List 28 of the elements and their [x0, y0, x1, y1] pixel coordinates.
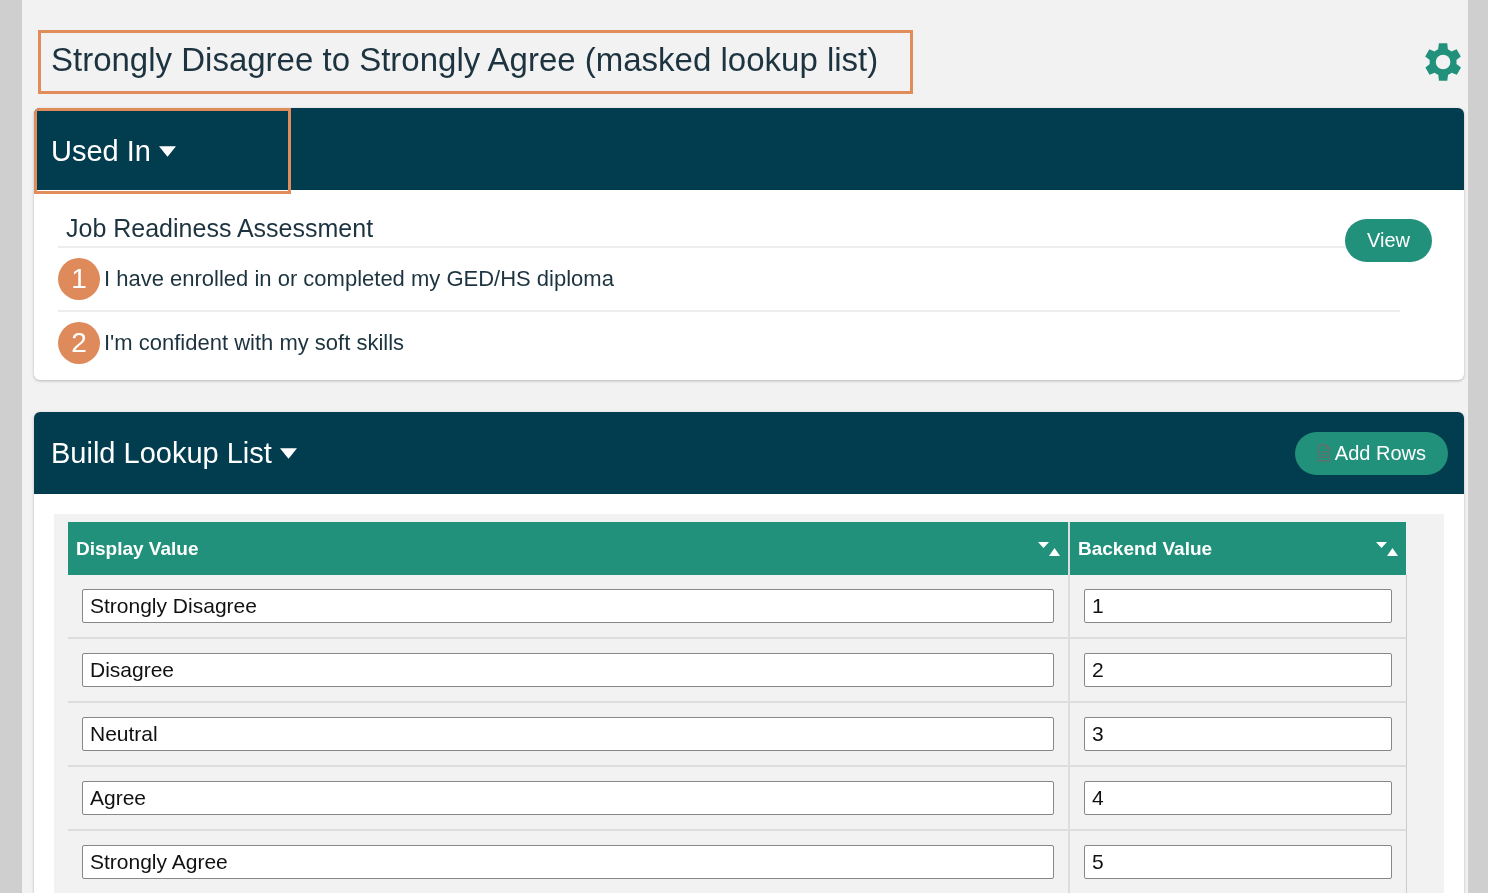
backend-value-field[interactable]: 3	[1084, 717, 1392, 751]
sort-icon	[1376, 541, 1398, 556]
display-value-field[interactable]: Disagree	[82, 653, 1054, 687]
column-header[interactable]: Display Value	[68, 522, 1070, 575]
display-value-field[interactable]: Agree	[82, 781, 1054, 815]
view-button[interactable]: View	[1345, 218, 1432, 262]
backend-value-field[interactable]: 5	[1084, 845, 1392, 879]
number-badge: 2	[58, 322, 100, 364]
page-title: Strongly Disagree to Strongly Agree (masked lookup list)	[38, 30, 914, 94]
display-value-field[interactable]: Strongly Disagree	[82, 589, 1054, 623]
display-value-field[interactable]: Strongly Agree	[82, 845, 1054, 879]
build-list-toggle[interactable]: Build Lookup List	[34, 423, 310, 483]
used-in-toggle[interactable]: Used In	[34, 108, 291, 194]
form-name: Job Readiness Assessment	[66, 213, 374, 243]
add-rows-button[interactable]: Add Rows	[1294, 431, 1448, 475]
question-text: I have enrolled in or completed my GED/HS diploma	[104, 266, 614, 292]
caret-icon	[158, 145, 176, 157]
column-header[interactable]: Backend Value	[1070, 522, 1406, 575]
document-icon	[1316, 444, 1331, 462]
backend-value-field[interactable]: 1	[1084, 589, 1392, 623]
sort-icon	[1038, 541, 1060, 556]
backend-value-field[interactable]: 2	[1084, 653, 1392, 687]
question-text: I'm confident with my soft skills	[104, 330, 405, 356]
caret-icon	[279, 447, 297, 459]
backend-value-field[interactable]: 4	[1084, 781, 1392, 815]
display-value-field[interactable]: Neutral	[82, 717, 1054, 751]
number-badge: 1	[58, 258, 100, 300]
scrollbar-track[interactable]	[1406, 575, 1407, 893]
